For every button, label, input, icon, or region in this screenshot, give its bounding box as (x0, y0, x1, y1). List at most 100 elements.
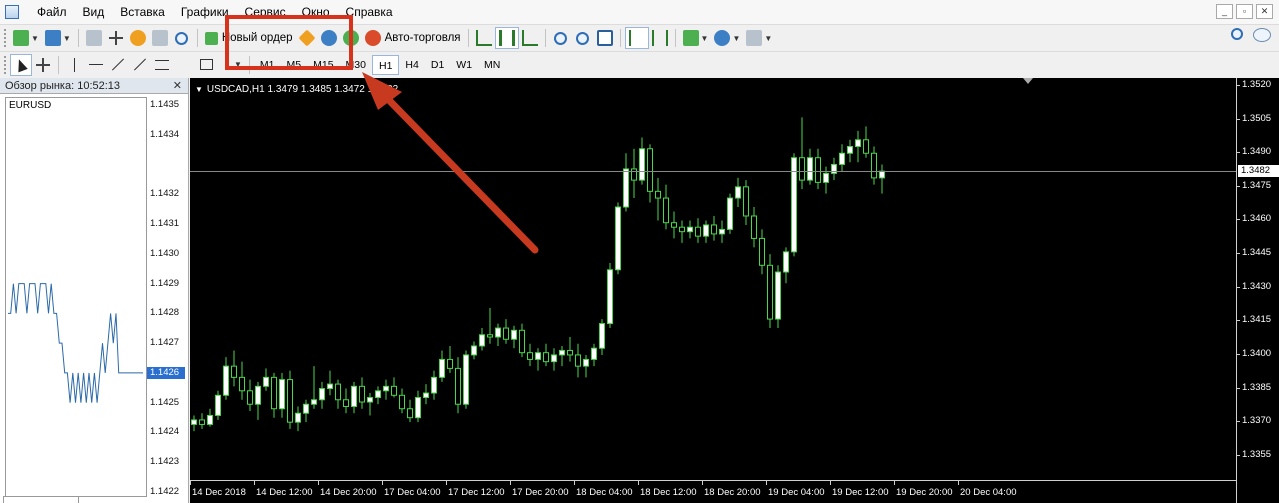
timeframe-mn[interactable]: MN (478, 55, 506, 75)
zoom-in-button[interactable] (550, 27, 572, 49)
toolbar-grip[interactable] (4, 29, 7, 47)
time-axis-label: 17 Dec 20:00 (510, 481, 569, 498)
minimize-icon[interactable]: _ (1216, 4, 1233, 19)
crosshair-button[interactable] (32, 54, 54, 76)
bar-chart-button[interactable] (473, 27, 495, 49)
candle-body (615, 206, 621, 271)
candle (279, 372, 285, 418)
candle (423, 384, 429, 405)
profiles-button[interactable]: ▼ (42, 27, 74, 49)
candle (239, 361, 245, 400)
candle (751, 207, 757, 248)
candle-body (687, 226, 693, 233)
time-axis-label: 17 Dec 12:00 (446, 481, 505, 498)
templates-button[interactable]: ▼ (743, 27, 775, 49)
market-watch-title: Обзор рынка: 10:52:13 (5, 80, 121, 92)
time-axis-label: 17 Dec 04:00 (382, 481, 441, 498)
candle (463, 350, 469, 409)
text-label-button[interactable] (195, 54, 217, 76)
crosshair-icon (108, 31, 123, 45)
terminal-icon (151, 30, 168, 46)
candle-body (583, 358, 589, 367)
menu-item-1[interactable]: Вид (75, 0, 113, 24)
tick-chart-price-label: 1.1427 (150, 337, 180, 349)
close-icon[interactable]: ✕ (173, 78, 182, 94)
timeframe-h4[interactable]: H4 (399, 55, 424, 75)
chart-shift-marker[interactable] (1023, 78, 1033, 84)
market-watch-panel: Обзор рынка: 10:52:13 ✕ EURUSD 1.1435 1.1… (0, 78, 189, 503)
close-icon[interactable]: ✕ (1256, 4, 1273, 19)
horizontal-line-button[interactable] (85, 54, 107, 76)
data-window-button[interactable] (105, 27, 127, 49)
profiles-icon (44, 30, 61, 46)
candle (207, 408, 213, 427)
price-axis-label: 1.3355 (1236, 448, 1272, 460)
chart-window[interactable]: ▼ USDCAD,H1 1.3479 1.3485 1.3472 1.3482 1… (190, 78, 1279, 503)
time-axis-label: 18 Dec 20:00 (702, 481, 761, 498)
trendline-button[interactable] (107, 54, 129, 76)
timeframe-d1[interactable]: D1 (425, 55, 450, 75)
timeframe-h1[interactable]: H1 (371, 54, 400, 75)
price-axis-label: 1.3370 (1236, 415, 1272, 427)
candle-body (207, 414, 213, 425)
menu-item-2[interactable]: Вставка (112, 0, 173, 24)
vertical-line-button[interactable] (63, 54, 85, 76)
toolbar-grip[interactable] (4, 55, 7, 74)
tick-chart-price-label: 1.1423 (150, 456, 180, 468)
candle-body (471, 345, 477, 356)
chart-shift-button[interactable] (649, 27, 671, 49)
new-chart-button[interactable]: ▼ (10, 27, 42, 49)
trendline-icon (111, 58, 125, 71)
autoscroll-button[interactable] (624, 27, 649, 49)
autotrading-button[interactable]: Авто-торговля (362, 27, 464, 49)
candle-body (191, 419, 197, 425)
candle-body (343, 399, 349, 407)
time-axis-label: 18 Dec 04:00 (574, 481, 633, 498)
fibonacci-button[interactable] (151, 54, 173, 76)
chat-icon[interactable] (1253, 28, 1271, 42)
zoom-in-icon (554, 31, 568, 45)
candle-body (327, 383, 333, 390)
timeframe-w1[interactable]: W1 (450, 55, 478, 75)
candle (367, 393, 373, 416)
candle-body (247, 390, 253, 405)
tick-chart-scrollbar[interactable] (3, 496, 79, 503)
candle-body (663, 197, 669, 224)
candle-body (655, 190, 661, 199)
tile-windows-button[interactable] (594, 27, 616, 49)
terminal-button[interactable] (149, 27, 171, 49)
candle (551, 348, 557, 371)
tile-icon (596, 30, 613, 46)
cursor-icon (14, 57, 28, 72)
text-button[interactable] (173, 54, 195, 76)
periods-button[interactable]: ▼ (711, 27, 743, 49)
candle-body (199, 419, 205, 425)
candlestick-button[interactable] (494, 27, 519, 49)
candle-body (567, 349, 573, 356)
search-icon[interactable] (1231, 28, 1243, 40)
strategy-tester-button[interactable] (171, 27, 193, 49)
candle (599, 319, 605, 355)
cursor-button[interactable] (10, 53, 32, 76)
equidistant-channel-button[interactable] (129, 54, 151, 76)
time-axis-label: 14 Dec 2018 (190, 481, 246, 498)
autoscroll-icon (628, 30, 645, 46)
candle-body (239, 376, 245, 392)
price-axis[interactable]: 1.3520 1.3505 1.3490 1.3475 1.3460 1.3445 1.34… (1236, 78, 1279, 503)
zoom-out-button[interactable] (572, 27, 594, 49)
line-chart-button[interactable] (519, 27, 541, 49)
time-axis-label: 20 Dec 04:00 (958, 481, 1017, 498)
indicators-button[interactable]: ▼ (680, 27, 712, 49)
candle (295, 406, 301, 432)
candle (647, 144, 653, 203)
chart-menu-icon[interactable]: ▼ (195, 85, 203, 94)
candle (447, 345, 453, 373)
restore-icon[interactable]: ▫ (1236, 4, 1253, 19)
navigator-button[interactable] (127, 27, 149, 49)
tick-chart-price-label: 1.1432 (150, 188, 180, 200)
time-axis[interactable]: 14 Dec 2018 14 Dec 12:00 14 Dec 20:00 17 De… (190, 480, 1236, 503)
candle (383, 379, 389, 400)
candle-body (823, 172, 829, 183)
menu-item-0[interactable]: Файл (29, 0, 75, 24)
market-watch-button[interactable] (83, 27, 105, 49)
